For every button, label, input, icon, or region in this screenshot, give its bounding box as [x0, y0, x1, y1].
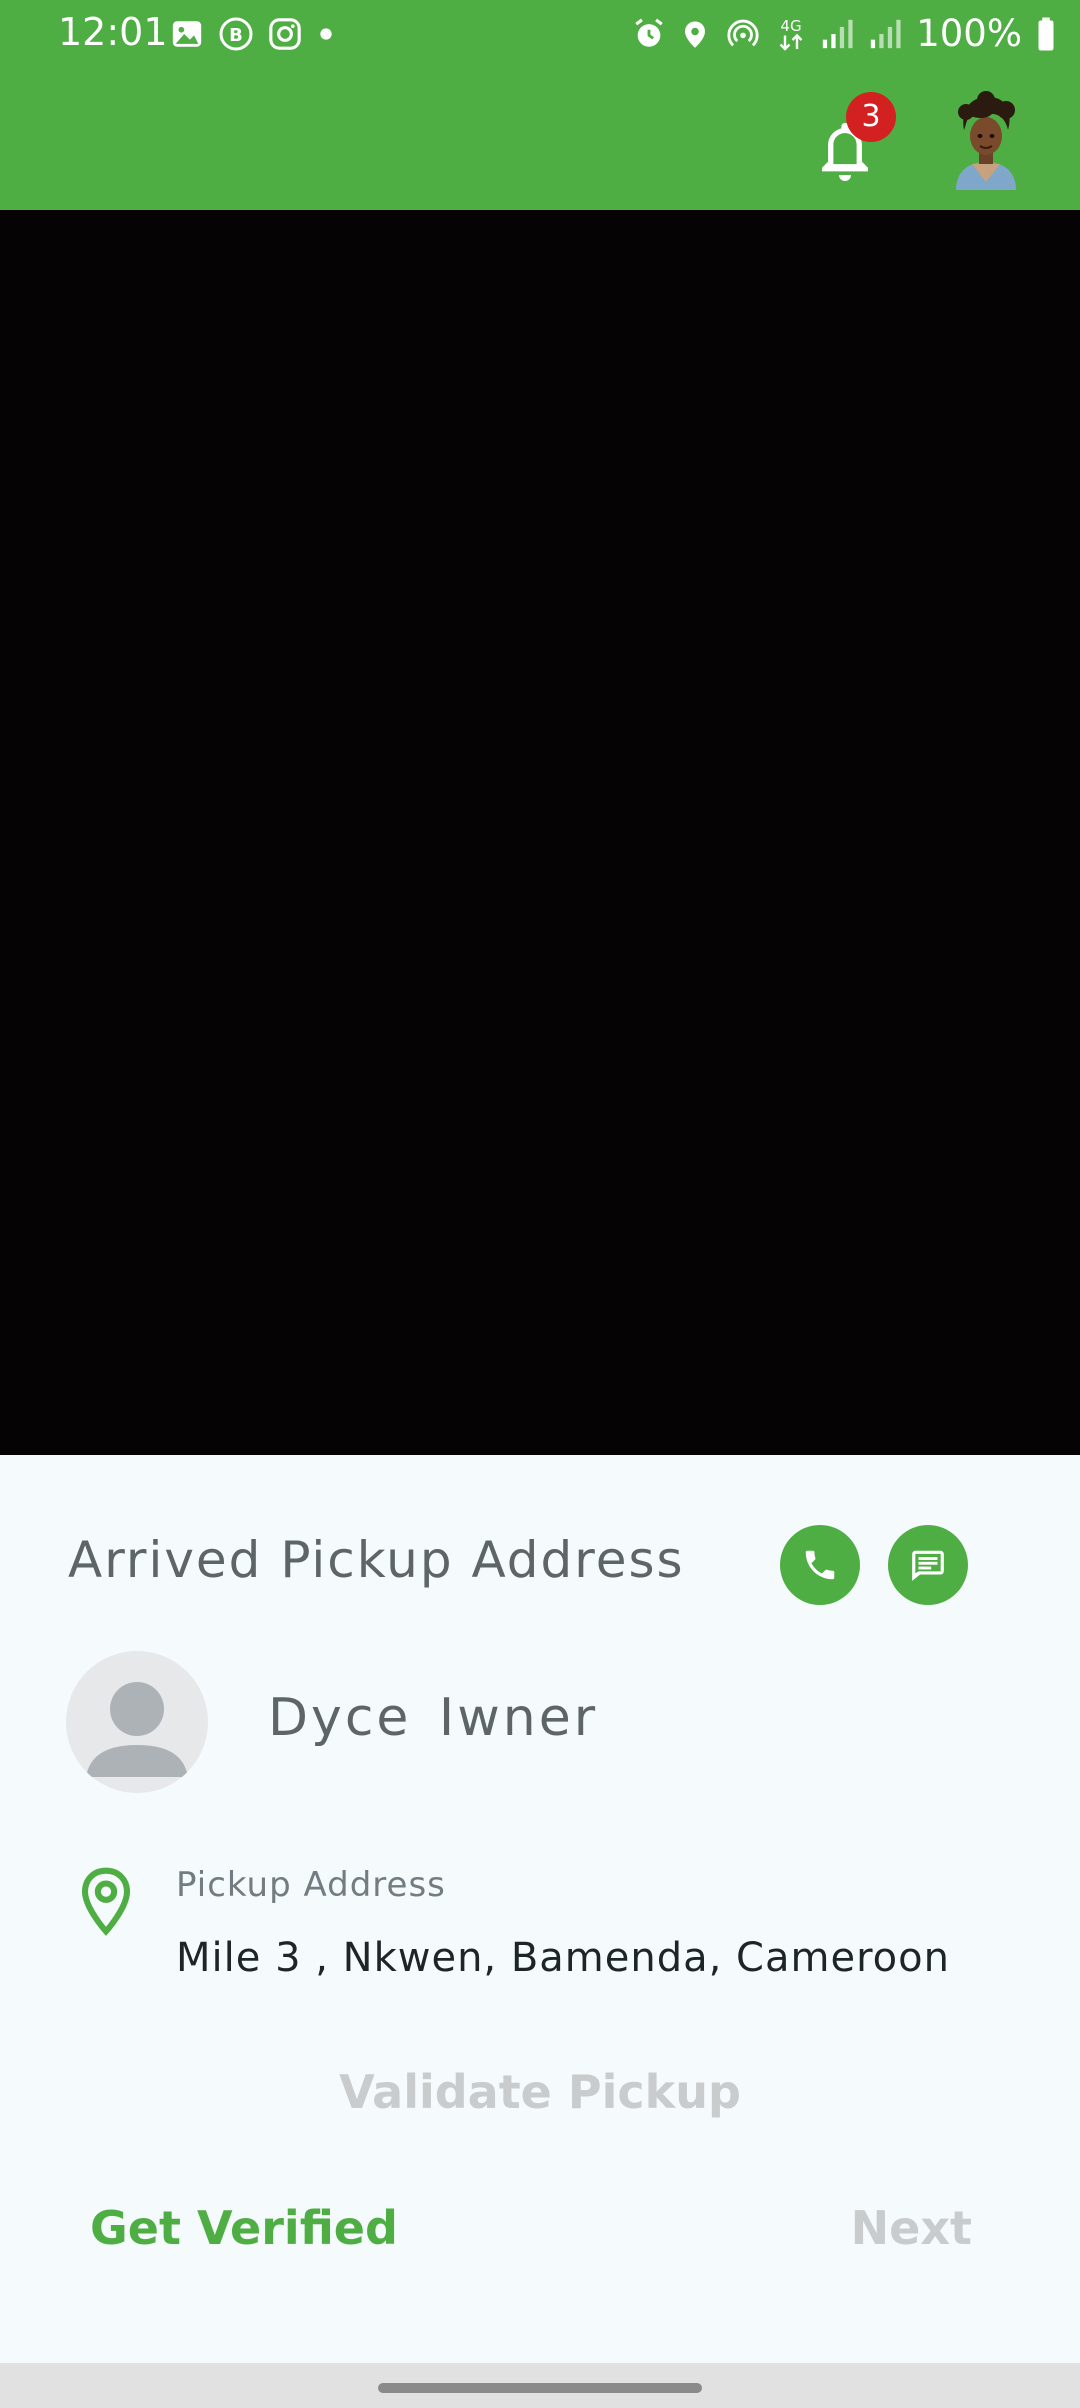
navigation-bar	[0, 2363, 1080, 2408]
customer-name: Dyce Iwner	[268, 1688, 599, 1748]
location-icon	[685, 21, 706, 48]
pickup-address-label: Pickup Address	[176, 1865, 446, 1905]
status-time: 12:01	[58, 10, 168, 54]
pickup-details-sheet: Arrived Pickup Address Dyce Iwner Pickup…	[0, 1455, 1080, 2363]
get-verified-button[interactable]: Get Verified	[90, 2201, 398, 2255]
app-bar: 3	[0, 68, 1080, 210]
next-button[interactable]: Next	[851, 2201, 972, 2255]
system-icons: 4G 100%	[632, 12, 1056, 55]
battery-icon	[1038, 17, 1054, 50]
business-chat-icon: B	[219, 17, 253, 51]
customer-avatar	[66, 1651, 208, 1793]
battery-percentage: 100%	[916, 12, 1022, 55]
profile-avatar[interactable]	[946, 90, 1026, 190]
alarm-icon	[635, 18, 663, 47]
4g-icon: 4G	[779, 17, 803, 51]
signal-icon	[823, 19, 853, 48]
notification-icons: B	[170, 16, 336, 52]
person-placeholder-icon	[86, 1682, 188, 1777]
gallery-icon	[172, 21, 202, 47]
hotspot-icon	[727, 19, 759, 46]
call-button[interactable]	[780, 1525, 860, 1605]
dot-icon	[320, 28, 332, 40]
svg-text:B: B	[229, 25, 243, 46]
signal-icon-2	[871, 19, 901, 48]
pickup-status-title: Arrived Pickup Address	[68, 1531, 685, 1589]
home-gesture-handle[interactable]	[378, 2383, 702, 2393]
message-icon	[912, 1550, 944, 1581]
phone-icon	[805, 1550, 835, 1580]
status-bar: 12:01 B 4G 100%	[0, 0, 1080, 68]
instagram-icon	[269, 18, 301, 50]
location-pin-icon	[81, 1867, 131, 1936]
pickup-address-value: Mile 3 , Nkwen, Bamenda, Cameroon	[176, 1935, 950, 1981]
svg-text:4G: 4G	[781, 17, 802, 35]
message-button[interactable]	[888, 1525, 968, 1605]
validate-pickup-button[interactable]: Validate Pickup	[0, 2065, 1080, 2119]
camera-preview[interactable]	[0, 210, 1080, 1455]
notification-count-badge: 3	[846, 92, 896, 142]
